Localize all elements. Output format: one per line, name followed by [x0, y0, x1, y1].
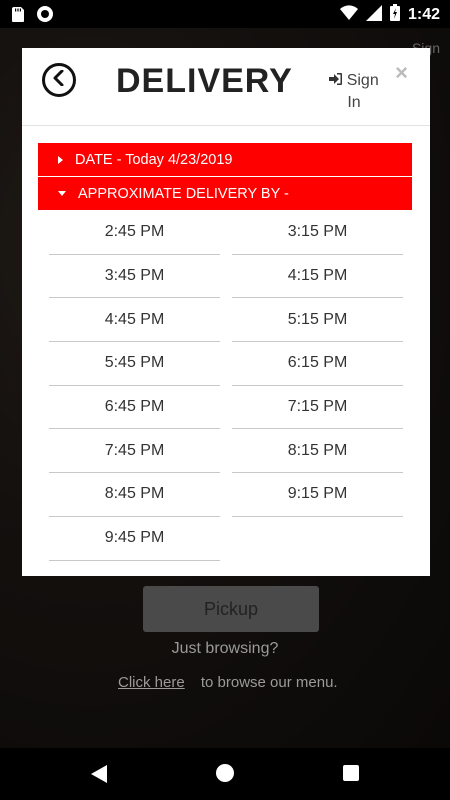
time-slot[interactable]: 4:45 PM: [49, 298, 220, 343]
delivery-modal: DELIVERY Sign In × DATE - Today 4/23/201…: [22, 48, 430, 576]
time-slot[interactable]: 4:15 PM: [232, 255, 403, 299]
caret-down-icon: [58, 191, 66, 196]
sign-in-label: Sign In: [346, 72, 379, 111]
back-button[interactable]: [42, 63, 76, 97]
delivery-time-grid: 2:45 PM 3:15 PM 3:45 PM 4:15 PM 4:45 PM …: [49, 211, 403, 561]
time-slot[interactable]: 6:15 PM: [232, 342, 403, 386]
time-slot[interactable]: 3:15 PM: [232, 211, 403, 255]
pickup-button[interactable]: Pickup: [143, 586, 319, 632]
sd-card-icon: [12, 6, 24, 27]
click-here-link[interactable]: Click here: [118, 674, 185, 691]
modal-title: DELIVERY: [116, 62, 293, 100]
close-icon[interactable]: ×: [395, 60, 408, 86]
time-slot[interactable]: 7:45 PM: [49, 429, 220, 474]
wifi-icon: [339, 4, 358, 26]
modal-header: DELIVERY Sign In ×: [22, 48, 430, 126]
browse-menu-text: to browse our menu.: [200, 674, 338, 691]
sign-in-link[interactable]: Sign In: [326, 70, 382, 114]
record-icon: [36, 5, 54, 28]
delivery-time-section-label: APPROXIMATE DELIVERY BY -: [78, 185, 289, 202]
nav-recents-icon[interactable]: [343, 765, 359, 781]
time-slot[interactable]: 9:15 PM: [232, 473, 403, 517]
caret-right-icon: [58, 155, 63, 164]
delivery-time-section-header[interactable]: APPROXIMATE DELIVERY BY -: [38, 177, 412, 210]
time-slot[interactable]: 8:15 PM: [232, 429, 403, 474]
time-slot[interactable]: 9:45 PM: [49, 517, 220, 561]
signal-icon: [365, 4, 382, 26]
nav-back-icon[interactable]: [91, 765, 107, 788]
time-slot[interactable]: 5:45 PM: [49, 342, 220, 386]
time-slot[interactable]: 2:45 PM: [49, 211, 220, 255]
browse-menu-line: Click here to browse our menu.: [118, 674, 338, 691]
clock: 1:42: [407, 6, 440, 23]
date-section-label: DATE - Today 4/23/2019: [75, 151, 233, 168]
time-slot[interactable]: 7:15 PM: [232, 386, 403, 430]
delivery-time-list: 2:45 PM 3:15 PM 3:45 PM 4:15 PM 4:45 PM …: [49, 211, 403, 561]
just-browsing-text: Just browsing?: [171, 640, 279, 657]
time-slot[interactable]: 5:15 PM: [232, 298, 403, 343]
status-bar: 1:42: [0, 0, 450, 28]
date-section-header[interactable]: DATE - Today 4/23/2019: [38, 143, 412, 176]
navigation-bar: [0, 748, 450, 800]
battery-icon: [389, 4, 400, 26]
sign-in-icon: [329, 72, 346, 89]
time-slot[interactable]: 8:45 PM: [49, 473, 220, 517]
chevron-left-icon: [52, 69, 66, 91]
time-slot[interactable]: 6:45 PM: [49, 386, 220, 430]
nav-home-icon[interactable]: [216, 764, 234, 782]
time-slot[interactable]: 3:45 PM: [49, 255, 220, 299]
